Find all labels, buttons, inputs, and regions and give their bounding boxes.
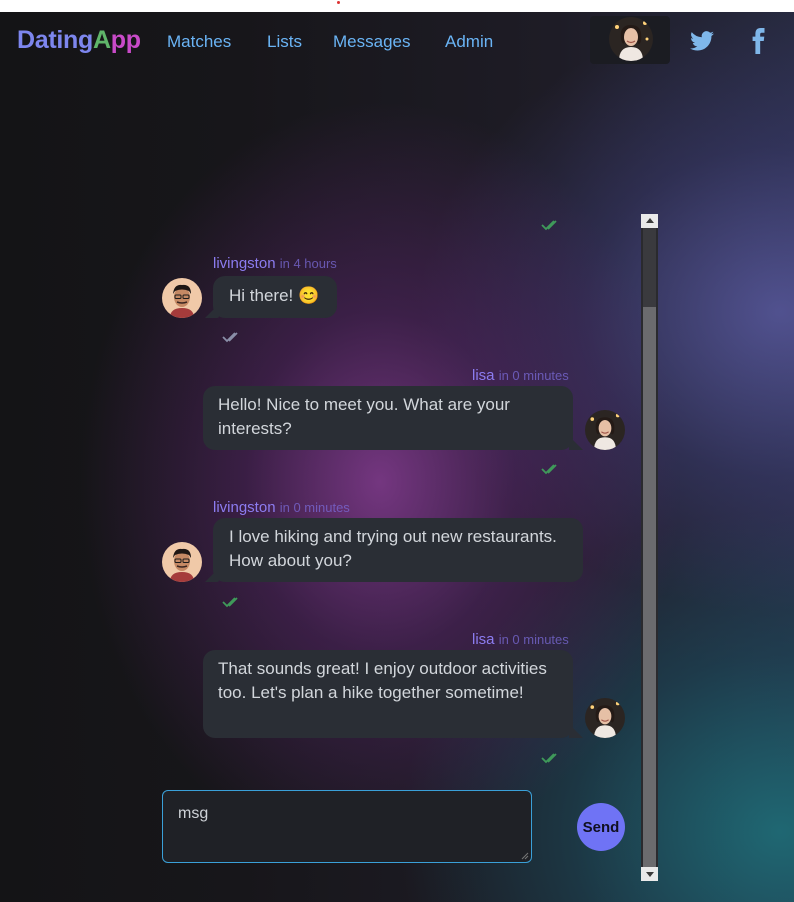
- double-check-icon: [222, 332, 238, 343]
- user-avatar[interactable]: [609, 17, 653, 61]
- scroll-up-arrow-icon[interactable]: [641, 214, 658, 228]
- nav-link-matches[interactable]: Matches: [167, 32, 231, 52]
- scroll-down-arrow-icon[interactable]: [641, 867, 658, 881]
- browser-top-strip: [0, 0, 794, 12]
- user-menu[interactable]: [590, 16, 670, 64]
- twitter-icon[interactable]: [689, 28, 715, 54]
- nav-link-admin[interactable]: Admin: [445, 32, 493, 52]
- send-button[interactable]: Send: [577, 803, 625, 851]
- double-check-icon: [541, 220, 557, 231]
- brand-part-a: A: [92, 26, 111, 54]
- navbar: DatingApp Matches Lists Messages Admin: [0, 12, 794, 70]
- chat-scrollbar[interactable]: [641, 214, 658, 881]
- double-check-icon: [541, 753, 557, 764]
- resize-grip-icon[interactable]: [521, 852, 529, 860]
- message-bubble: I love hiking and trying out new restaur…: [213, 518, 583, 582]
- message-text: Hello! Nice to meet you. What are your i…: [218, 395, 510, 438]
- avatar-livingston: [162, 278, 202, 318]
- avatar-lisa: [585, 698, 625, 738]
- message-time: in 0 minutes: [498, 368, 569, 383]
- message-sender: lisa in 0 minutes: [472, 367, 569, 384]
- scroll-thumb[interactable]: [643, 307, 656, 867]
- avatar-lisa: [585, 410, 625, 450]
- message-bubble: Hi there! 😊: [213, 276, 337, 318]
- message-text: That sounds great! I enjoy outdoor activ…: [218, 659, 547, 702]
- sender-name: lisa: [472, 631, 495, 648]
- brand-part-dating: Dating: [17, 26, 93, 54]
- brand-logo[interactable]: DatingApp: [17, 26, 141, 55]
- message-input[interactable]: msg: [162, 790, 532, 863]
- message-text: Hi there! 😊: [229, 286, 320, 305]
- red-dot: [337, 1, 340, 4]
- nav-link-lists[interactable]: Lists: [267, 32, 302, 52]
- sender-name: lisa: [472, 367, 495, 384]
- brand-part-pp: pp: [110, 26, 141, 54]
- message-bubble: That sounds great! I enjoy outdoor activ…: [203, 650, 573, 738]
- facebook-icon[interactable]: [745, 28, 771, 54]
- nav-link-messages[interactable]: Messages: [333, 32, 410, 52]
- message-sender: livingston in 0 minutes: [213, 499, 350, 516]
- avatar-livingston: [162, 542, 202, 582]
- page-background: [0, 12, 794, 902]
- sender-name: livingston: [213, 255, 276, 272]
- message-time: in 0 minutes: [279, 500, 350, 515]
- scroll-track[interactable]: [643, 228, 656, 307]
- message-time: in 0 minutes: [498, 632, 569, 647]
- message-sender: livingston in 4 hours: [213, 255, 337, 272]
- double-check-icon: [222, 597, 238, 608]
- message-input-value: msg: [178, 805, 209, 822]
- sender-name: livingston: [213, 499, 276, 516]
- message-time: in 4 hours: [279, 256, 337, 271]
- message-text: I love hiking and trying out new restaur…: [229, 527, 557, 570]
- message-bubble: Hello! Nice to meet you. What are your i…: [203, 386, 573, 450]
- message-sender: lisa in 0 minutes: [472, 631, 569, 648]
- double-check-icon: [541, 464, 557, 475]
